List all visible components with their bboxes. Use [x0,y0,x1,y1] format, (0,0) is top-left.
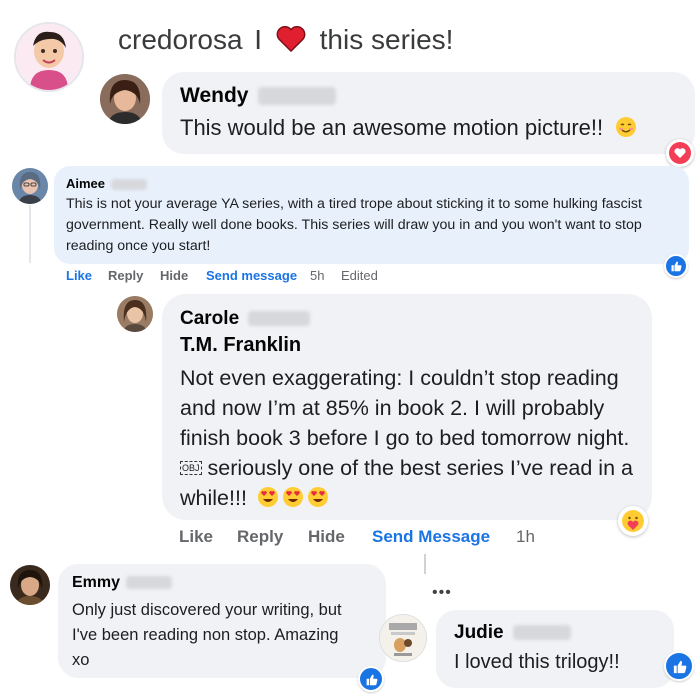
redacted-surname [126,576,173,590]
header-text: this series! [319,24,454,55]
heart-eyes-emoji-icon [257,487,278,507]
heart-eyes-emoji-icon [282,487,303,507]
aimee-like-link[interactable]: Like [66,268,92,283]
carole-timestamp[interactable]: 1h [516,527,535,547]
header-title: credorosa I this series! [118,24,453,56]
carole-reply-link[interactable]: Reply [237,527,283,547]
object-replacement-glyph: OBJ [180,461,202,475]
carole-comment-bubble: Carole T.M. Franklin Not even exaggerati… [162,294,652,520]
wendy-comment-text: This would be an awesome motion picture!… [180,115,637,141]
like-reaction-icon[interactable] [664,651,694,681]
heart-eyes-emoji-icon [307,487,328,507]
more-options-icon[interactable]: ••• [432,584,452,602]
carole-name-row: Carole [180,308,311,330]
wendy-text: This would be an awesome motion picture!… [180,115,604,140]
carole-avatar[interactable] [117,296,153,332]
thread-line [29,205,31,263]
carole-comment-text: Not even exaggerating: I couldn’t stop r… [180,363,648,513]
aimee-send-message-link[interactable]: Send message [206,268,297,283]
wendy-comment-bubble: Wendy This would be an awesome motion pi… [162,72,695,154]
aimee-edited-label: Edited [341,268,378,283]
carole-text-end: seriously one of the best series I’ve re… [180,456,633,510]
redacted-surname [248,311,311,327]
aimee-reply-link[interactable]: Reply [108,268,143,283]
emmy-name-row: Emmy [72,574,173,592]
credorosa-avatar[interactable] [14,22,84,92]
aimee-comment-text: This is not your average YA series, with… [66,196,642,254]
redacted-surname [512,625,571,641]
mentioned-user-tag[interactable]: T.M. Franklin [180,334,301,357]
like-reaction-icon[interactable] [664,254,688,278]
emmy-avatar[interactable] [10,565,50,605]
judie-avatar[interactable] [379,614,427,662]
care-reaction-icon[interactable] [618,506,648,536]
aimee-comment-bubble: Aimee This is not your average YA series… [54,166,689,264]
aimee-avatar[interactable] [12,168,48,204]
carole-text-start: Not even exaggerating: I couldn’t stop r… [180,366,630,450]
aimee-timestamp[interactable]: 5h [310,268,324,283]
redacted-surname [110,179,147,191]
like-reaction-icon[interactable] [358,666,384,692]
judie-comment-text: I loved this trilogy!! [454,651,620,673]
emmy-comment-text: Only just discovered your writing, but I… [72,601,342,669]
emmy-name[interactable]: Emmy [72,574,120,591]
blush-emoji-icon [616,117,637,137]
judie-comment-bubble: Judie I loved this trilogy!! [436,610,674,688]
carole-hide-link[interactable]: Hide [308,527,345,547]
carole-send-message-link[interactable]: Send Message [372,527,490,547]
carole-like-link[interactable]: Like [179,527,213,547]
redacted-surname [258,87,337,106]
aimee-name-row: Aimee [66,176,147,191]
love-reaction-icon[interactable] [666,139,694,167]
aimee-hide-link[interactable]: Hide [160,268,188,283]
judie-name[interactable]: Judie [454,622,504,643]
carole-name[interactable]: Carole [180,308,239,329]
wendy-name-row: Wendy [180,84,337,108]
judie-name-row: Judie [454,622,571,644]
emmy-comment-bubble: Emmy Only just discovered your writing, … [58,564,386,678]
heart-icon [274,25,308,53]
wendy-name[interactable]: Wendy [180,84,248,107]
aimee-name[interactable]: Aimee [66,176,105,191]
wendy-avatar[interactable] [100,74,150,124]
header-username: credorosa [118,24,243,55]
thread-line [424,554,426,574]
header-separator: I [254,24,263,55]
